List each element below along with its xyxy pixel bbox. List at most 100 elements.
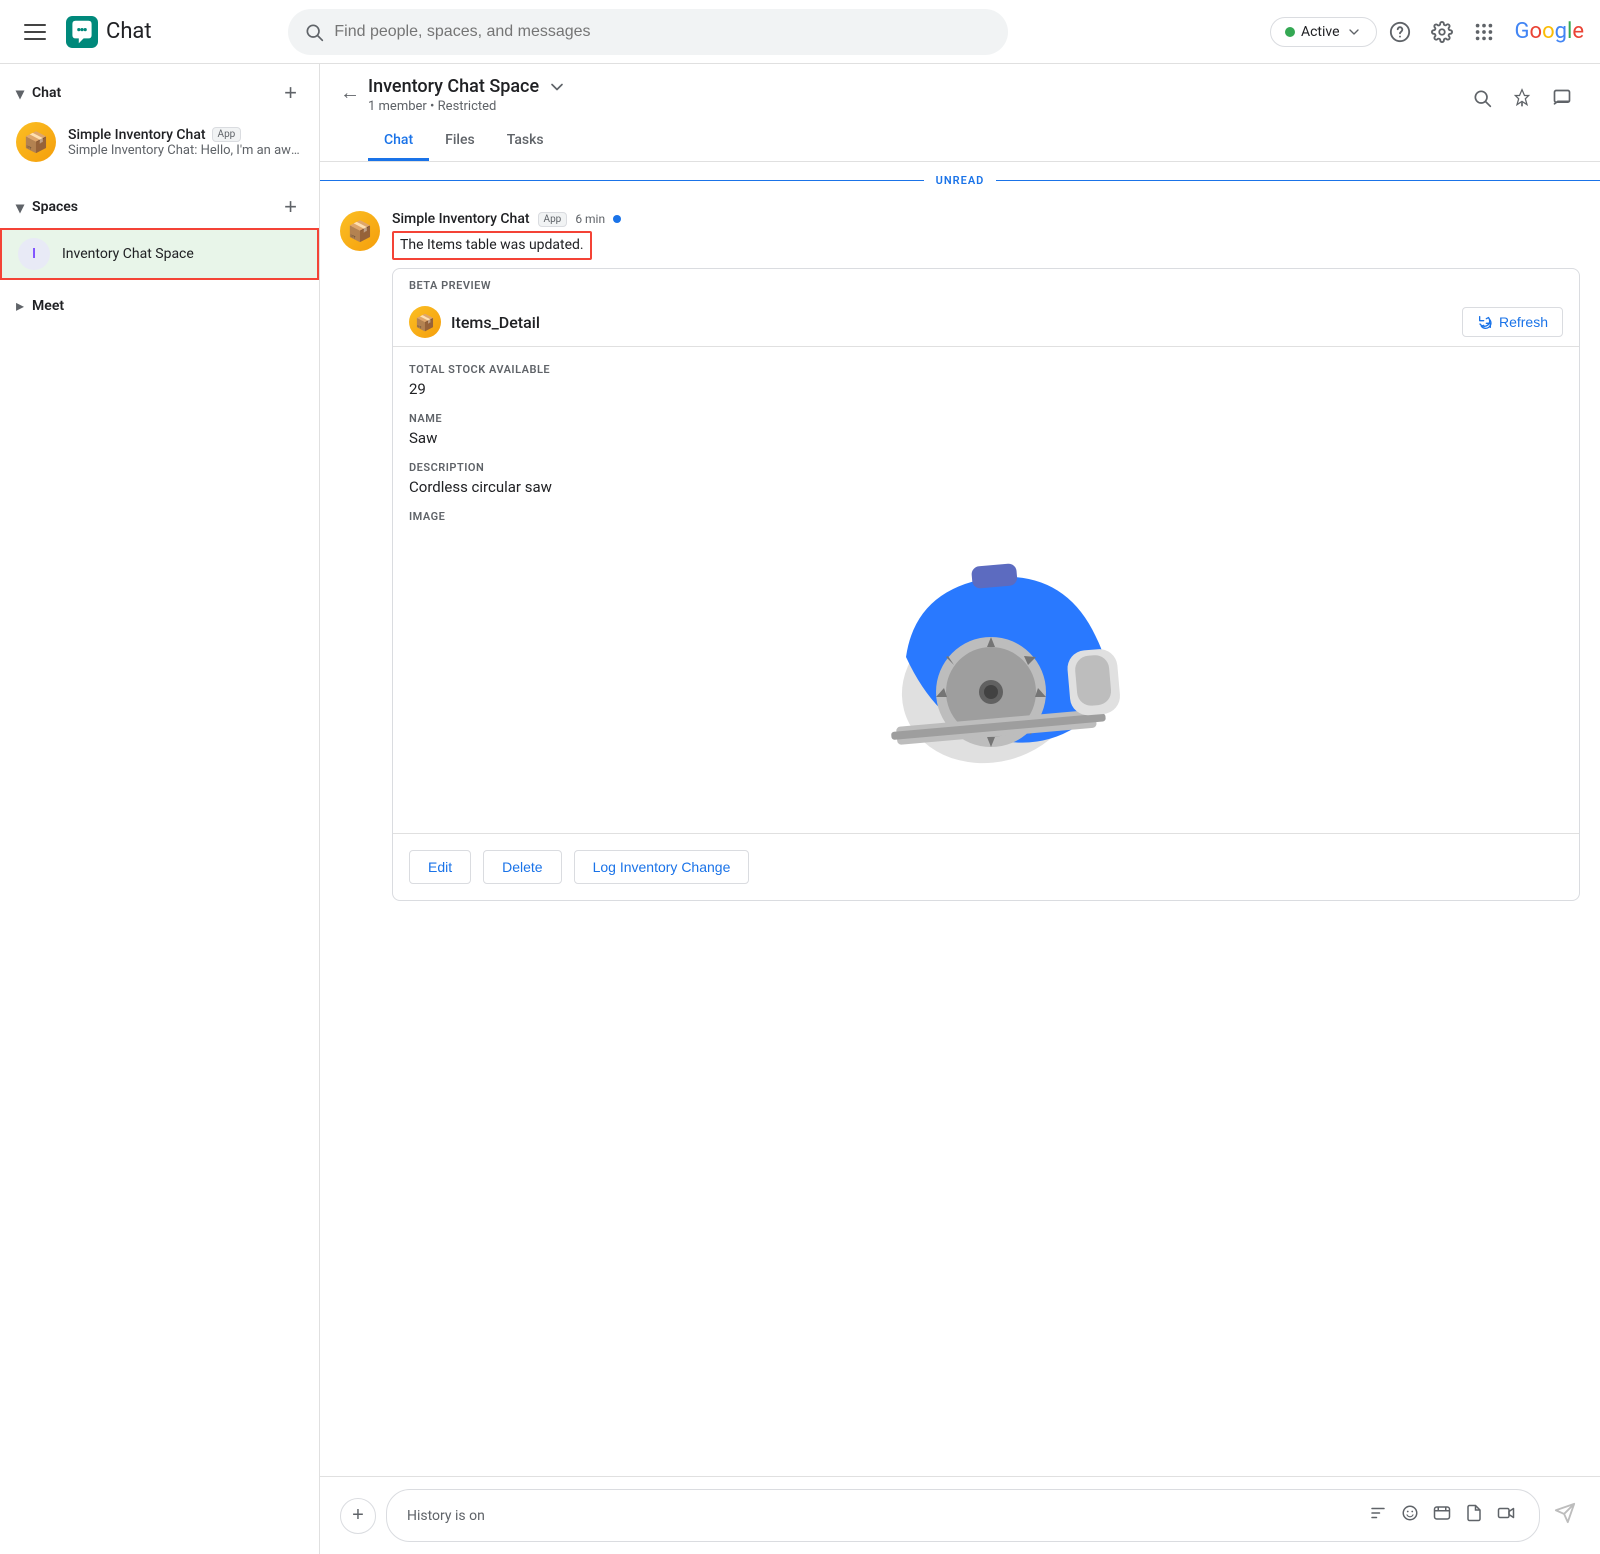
apps-button[interactable]: [1465, 13, 1503, 51]
message-input-box[interactable]: History is on: [386, 1489, 1540, 1542]
chat-section-label: Chat: [32, 85, 61, 101]
card-field-description: DESCRIPTION Cordless circular saw: [409, 461, 1563, 496]
chat-name-row: Simple Inventory Chat App: [68, 127, 303, 143]
emoji-button[interactable]: [1397, 1500, 1423, 1531]
card-header: 📦 Items_Detail Refresh: [393, 298, 1579, 347]
send-button[interactable]: [1550, 1498, 1580, 1534]
spaces-section-title: ▾ Spaces: [16, 198, 78, 217]
spaces-section-label: Spaces: [32, 199, 78, 215]
refresh-button[interactable]: Refresh: [1462, 307, 1563, 337]
unread-line-left: [320, 180, 924, 181]
meet-section-header[interactable]: ▸ Meet: [16, 296, 303, 315]
card-beta-label: BETA PREVIEW: [393, 269, 1579, 298]
help-icon: [1389, 21, 1411, 43]
active-status-badge[interactable]: Active: [1270, 17, 1377, 47]
search-input[interactable]: [334, 23, 992, 41]
space-list-item[interactable]: I Inventory Chat Space: [0, 228, 319, 280]
send-icon: [1554, 1502, 1576, 1524]
add-message-button[interactable]: +: [340, 1498, 376, 1534]
inventory-card: BETA PREVIEW 📦 Items_Detail Refresh: [392, 268, 1580, 901]
card-avatar-icon: 📦: [409, 306, 441, 338]
input-icons: [1365, 1500, 1519, 1531]
google-logo: Google: [1515, 19, 1584, 44]
card-field-name-value: Saw: [409, 429, 1563, 447]
thread-button[interactable]: [1544, 80, 1580, 116]
thread-icon: [1552, 88, 1572, 108]
space-item-avatar: I: [18, 238, 50, 270]
edit-button[interactable]: Edit: [409, 850, 471, 884]
add-space-button[interactable]: +: [278, 194, 303, 220]
settings-button[interactable]: [1423, 13, 1461, 51]
spaces-chevron-icon: ▾: [16, 198, 24, 217]
content-area: ← Inventory Chat Space 1 member • Restri…: [320, 64, 1600, 1554]
active-label: Active: [1301, 24, 1340, 40]
meet-section: ▸ Meet: [0, 288, 319, 323]
message-avatar: 📦: [340, 211, 380, 251]
app-title-label: Chat: [106, 19, 152, 44]
tab-chat[interactable]: Chat: [368, 122, 429, 161]
message-time: 6 min: [575, 212, 605, 226]
active-dot-icon: [1285, 27, 1295, 37]
search-bar[interactable]: [288, 9, 1008, 55]
message-text: The Items table was updated.: [392, 231, 1580, 260]
unread-label: UNREAD: [924, 174, 997, 187]
refresh-icon: [1477, 314, 1493, 330]
card-body: TOTAL STOCK AVAILABLE 29 NAME Saw DESCRI…: [393, 347, 1579, 833]
message-sender: Simple Inventory Chat: [392, 211, 530, 227]
back-button[interactable]: ←: [340, 78, 368, 109]
tab-tasks[interactable]: Tasks: [491, 122, 560, 161]
pin-button[interactable]: [1504, 80, 1540, 116]
sidebar: ▾ Chat + 📦 Simple Inventory Chat App Sim…: [0, 64, 320, 1554]
settings-icon: [1431, 21, 1453, 43]
chat-avatar-image: 📦: [16, 122, 56, 162]
card-field-description-value: Cordless circular saw: [409, 478, 1563, 496]
message-input-bar: + History is on: [320, 1476, 1600, 1554]
app-logo[interactable]: Chat: [66, 16, 152, 48]
hamburger-icon: [24, 24, 46, 40]
help-button[interactable]: [1381, 13, 1419, 51]
tab-files[interactable]: Files: [429, 122, 491, 161]
card-title-row: 📦 Items_Detail: [409, 306, 540, 338]
format-text-icon: [1369, 1504, 1387, 1522]
chat-list-item[interactable]: 📦 Simple Inventory Chat App Simple Inven…: [0, 114, 319, 170]
unread-line-right: [996, 180, 1600, 181]
message-group: 📦 Simple Inventory Chat App 6 min The It…: [320, 199, 1600, 913]
chat-section-title: ▾ Chat: [16, 84, 61, 103]
chat-logo-icon: [66, 16, 98, 48]
chat-item-preview: Simple Inventory Chat: Hello, I'm an awe…: [68, 143, 303, 158]
chat-tabs: Chat Files Tasks: [368, 122, 1464, 161]
meet-section-label: Meet: [32, 298, 64, 314]
messages-area: UNREAD 📦 Simple Inventory Chat App 6 min: [320, 162, 1600, 1476]
hamburger-button[interactable]: [16, 16, 54, 48]
apps-icon: [1473, 21, 1495, 43]
chevron-down-icon: [1346, 24, 1362, 40]
delete-button[interactable]: Delete: [483, 850, 561, 884]
header-actions: Active Google: [1270, 13, 1584, 51]
mention-icon: [1433, 1504, 1451, 1522]
refresh-label: Refresh: [1499, 314, 1548, 330]
chat-item-badge: App: [212, 127, 242, 142]
unread-divider: UNREAD: [320, 174, 1600, 187]
chat-space-name: Inventory Chat Space: [368, 76, 539, 97]
space-dropdown-icon[interactable]: [547, 77, 567, 97]
top-header: Chat Active Google: [0, 0, 1600, 64]
log-inventory-change-button[interactable]: Log Inventory Change: [574, 850, 750, 884]
message-content: Simple Inventory Chat App 6 min The Item…: [392, 211, 1580, 901]
spaces-section: ▾ Spaces + I Inventory Chat Space: [0, 178, 319, 288]
attach-button[interactable]: [1461, 1500, 1487, 1531]
card-actions: Edit Delete Log Inventory Change: [393, 833, 1579, 900]
format-text-button[interactable]: [1365, 1500, 1391, 1531]
space-item-name: Inventory Chat Space: [62, 246, 194, 262]
spaces-section-header[interactable]: ▾ Spaces +: [0, 186, 319, 228]
search-chat-button[interactable]: [1464, 80, 1500, 116]
chat-section-header[interactable]: ▾ Chat +: [0, 72, 319, 114]
message-header: Simple Inventory Chat App 6 min: [392, 211, 1580, 227]
mention-button[interactable]: [1429, 1500, 1455, 1531]
add-chat-button[interactable]: +: [278, 80, 303, 106]
card-field-name: NAME Saw: [409, 412, 1563, 447]
video-call-button[interactable]: [1493, 1500, 1519, 1531]
video-call-icon: [1497, 1504, 1515, 1522]
card-field-image: IMAGE: [409, 510, 1563, 523]
chat-header-actions: [1464, 80, 1580, 116]
pin-icon: [1512, 88, 1532, 108]
